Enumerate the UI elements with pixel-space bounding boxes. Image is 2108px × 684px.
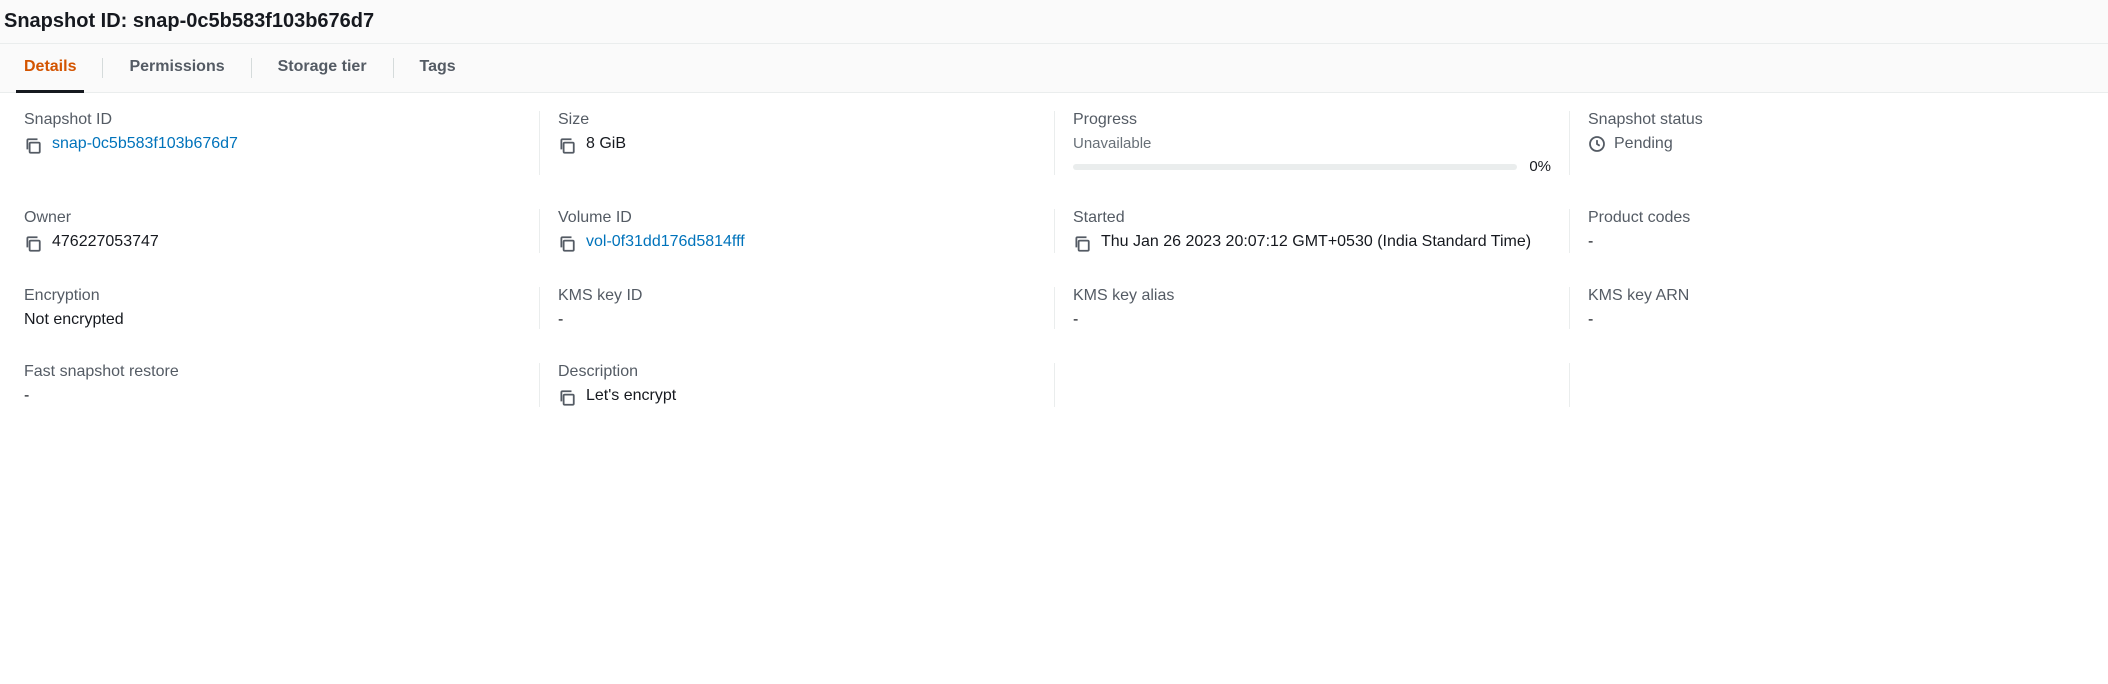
- kms-key-arn-value: -: [1588, 311, 1593, 329]
- page-header: Snapshot ID: snap-0c5b583f103b676d7: [0, 0, 2108, 44]
- field-label: Started: [1073, 209, 1551, 227]
- field-snapshot-status: Snapshot status Pending: [1569, 111, 2084, 175]
- field-label: Size: [558, 111, 1036, 129]
- field-label: Snapshot ID: [24, 111, 521, 129]
- progress-percent: 0%: [1529, 158, 1551, 175]
- empty-cell: [1569, 363, 2084, 407]
- kms-key-id-value: -: [558, 311, 563, 329]
- volume-id-link[interactable]: vol-0f31dd176d5814fff: [586, 233, 745, 251]
- tab-separator: [102, 58, 103, 78]
- copy-icon[interactable]: [558, 235, 576, 253]
- field-fast-snapshot-restore: Fast snapshot restore -: [24, 363, 539, 407]
- tab-separator: [251, 58, 252, 78]
- progress-status-text: Unavailable: [1073, 135, 1551, 152]
- product-codes-value: -: [1588, 233, 1593, 251]
- field-encryption: Encryption Not encrypted: [24, 287, 539, 329]
- details-panel: Snapshot ID snap-0c5b583f103b676d7 Size …: [0, 93, 2108, 435]
- field-size: Size 8 GiB: [539, 111, 1054, 175]
- tabs-bar: Details Permissions Storage tier Tags: [0, 44, 2108, 93]
- field-label: Owner: [24, 209, 521, 227]
- copy-icon[interactable]: [558, 137, 576, 155]
- tab-permissions[interactable]: Permissions: [129, 44, 224, 92]
- started-value: Thu Jan 26 2023 20:07:12 GMT+0530 (India…: [1101, 233, 1531, 251]
- field-label: Product codes: [1588, 209, 2066, 227]
- progress-bar: [1073, 164, 1517, 170]
- field-product-codes: Product codes -: [1569, 209, 2084, 253]
- field-label: Volume ID: [558, 209, 1036, 227]
- field-started: Started Thu Jan 26 2023 20:07:12 GMT+053…: [1054, 209, 1569, 253]
- field-label: Encryption: [24, 287, 521, 305]
- snapshot-status-value: Pending: [1614, 135, 1673, 153]
- snapshot-id-link[interactable]: snap-0c5b583f103b676d7: [52, 135, 238, 153]
- kms-key-alias-value: -: [1073, 311, 1078, 329]
- field-kms-key-arn: KMS key ARN -: [1569, 287, 2084, 329]
- field-kms-key-alias: KMS key alias -: [1054, 287, 1569, 329]
- description-value: Let's encrypt: [586, 387, 676, 405]
- page-title-prefix: Snapshot ID:: [4, 10, 133, 32]
- field-description: Description Let's encrypt: [539, 363, 1054, 407]
- field-label: Snapshot status: [1588, 111, 2066, 129]
- copy-icon[interactable]: [558, 389, 576, 407]
- owner-value: 476227053747: [52, 233, 159, 251]
- field-label: KMS key ARN: [1588, 287, 2066, 305]
- field-progress: Progress Unavailable 0%: [1054, 111, 1569, 175]
- encryption-value: Not encrypted: [24, 311, 124, 329]
- field-label: Progress: [1073, 111, 1551, 129]
- page-title: Snapshot ID: snap-0c5b583f103b676d7: [4, 10, 2108, 33]
- copy-icon[interactable]: [24, 137, 42, 155]
- tab-storage-tier[interactable]: Storage tier: [278, 44, 367, 92]
- field-label: Description: [558, 363, 1036, 381]
- page-title-value: snap-0c5b583f103b676d7: [133, 10, 374, 32]
- field-kms-key-id: KMS key ID -: [539, 287, 1054, 329]
- field-snapshot-id: Snapshot ID snap-0c5b583f103b676d7: [24, 111, 539, 175]
- size-value: 8 GiB: [586, 135, 626, 153]
- copy-icon[interactable]: [24, 235, 42, 253]
- empty-cell: [1054, 363, 1569, 407]
- pending-icon: [1588, 135, 1606, 153]
- field-owner: Owner 476227053747: [24, 209, 539, 253]
- tab-tags[interactable]: Tags: [420, 44, 456, 92]
- field-label: KMS key alias: [1073, 287, 1551, 305]
- tab-separator: [393, 58, 394, 78]
- field-volume-id: Volume ID vol-0f31dd176d5814fff: [539, 209, 1054, 253]
- field-label: Fast snapshot restore: [24, 363, 521, 381]
- copy-icon[interactable]: [1073, 235, 1091, 253]
- tab-details[interactable]: Details: [24, 44, 76, 92]
- fast-snapshot-restore-value: -: [24, 387, 29, 405]
- field-label: KMS key ID: [558, 287, 1036, 305]
